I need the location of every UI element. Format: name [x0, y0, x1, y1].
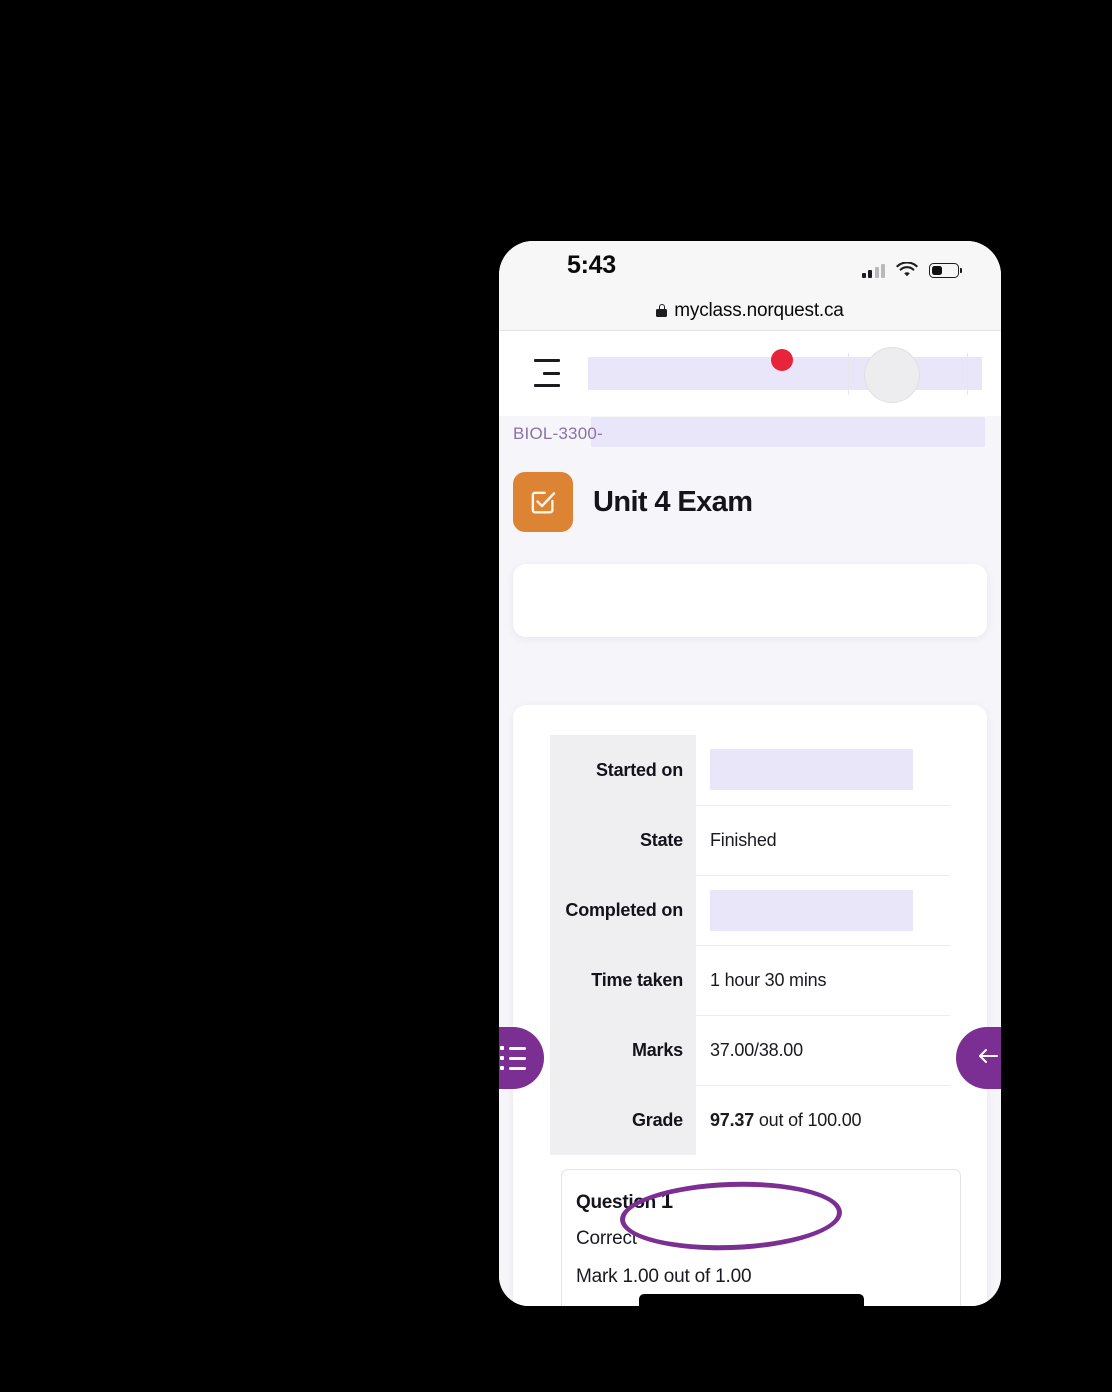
breadcrumb-course-code[interactable]: BIOL-3300-	[513, 424, 603, 444]
bottom-overlay-bar	[639, 1294, 864, 1306]
avatar[interactable]	[864, 347, 920, 403]
lock-icon	[656, 304, 668, 317]
question-label: Question	[576, 1192, 656, 1213]
navbar-divider	[848, 353, 849, 395]
quiz-checkbox-icon	[513, 472, 573, 532]
question-number: 1	[660, 1188, 673, 1213]
hamburger-menu-icon[interactable]	[530, 359, 560, 387]
table-row: Started on	[550, 735, 950, 806]
site-navbar	[499, 331, 1001, 416]
row-label: Grade	[550, 1085, 696, 1155]
browser-url-bar[interactable]: myclass.norquest.ca	[499, 291, 1001, 331]
row-value: 1 hour 30 mins	[696, 945, 950, 1016]
table-row: State Finished	[550, 805, 950, 876]
notification-badge[interactable]	[771, 349, 793, 371]
grade-score: 97.37	[710, 1109, 755, 1130]
row-label: Started on	[550, 735, 696, 805]
row-value: Finished	[696, 805, 950, 876]
list-icon	[499, 1046, 526, 1070]
breadcrumb-redaction-block	[591, 417, 985, 447]
page-title: Unit 4 Exam	[593, 485, 753, 518]
grade-outof: out of 100.00	[754, 1109, 862, 1130]
wifi-icon	[896, 261, 918, 278]
ios-status-bar: 5:43	[499, 241, 1001, 291]
row-label: Completed on	[550, 875, 696, 945]
page-content: BIOL-3300- Unit 4 Exam Started on State …	[499, 331, 1001, 1306]
row-value	[696, 735, 950, 806]
row-label: State	[550, 805, 696, 875]
battery-icon	[929, 263, 962, 278]
row-value	[696, 875, 950, 946]
row-value-grade: 97.37 out of 100.00	[696, 1085, 950, 1155]
question-status: Correct	[576, 1228, 637, 1249]
cellular-signal-icon	[861, 262, 885, 278]
table-row: Marks 37.00/38.00	[550, 1015, 950, 1086]
status-bar-time: 5:43	[567, 251, 616, 279]
page-header: Unit 4 Exam	[499, 454, 1001, 532]
row-label: Marks	[550, 1015, 696, 1085]
breadcrumb: BIOL-3300-	[499, 416, 1001, 454]
url-text: myclass.norquest.ca	[674, 299, 844, 321]
table-row-grade: Grade 97.37 out of 100.00	[550, 1085, 950, 1155]
phone-screen: 5:43 myclass.norquest.ca BIOL-3300- Unit…	[499, 241, 1001, 1306]
table-row: Completed on	[550, 875, 950, 946]
redaction-block	[710, 889, 913, 931]
question-mark: Mark 1.00 out of 1.00	[576, 1266, 752, 1287]
status-bar-icons	[861, 254, 962, 278]
attempt-summary-card: Started on State Finished Completed on T…	[513, 705, 987, 1306]
arrow-left-icon	[975, 1046, 1001, 1071]
row-value: 37.00/38.00	[696, 1015, 950, 1086]
question-heading: Question 1	[576, 1188, 960, 1214]
question-card: Question 1 Correct Mark 1.00 out of 1.00…	[561, 1169, 961, 1306]
attempt-summary-table: Started on State Finished Completed on T…	[550, 735, 950, 1155]
row-label: Time taken	[550, 945, 696, 1015]
table-row: Time taken 1 hour 30 mins	[550, 945, 950, 1016]
info-card	[513, 564, 987, 637]
navbar-divider	[967, 353, 968, 395]
redaction-block	[710, 749, 913, 791]
